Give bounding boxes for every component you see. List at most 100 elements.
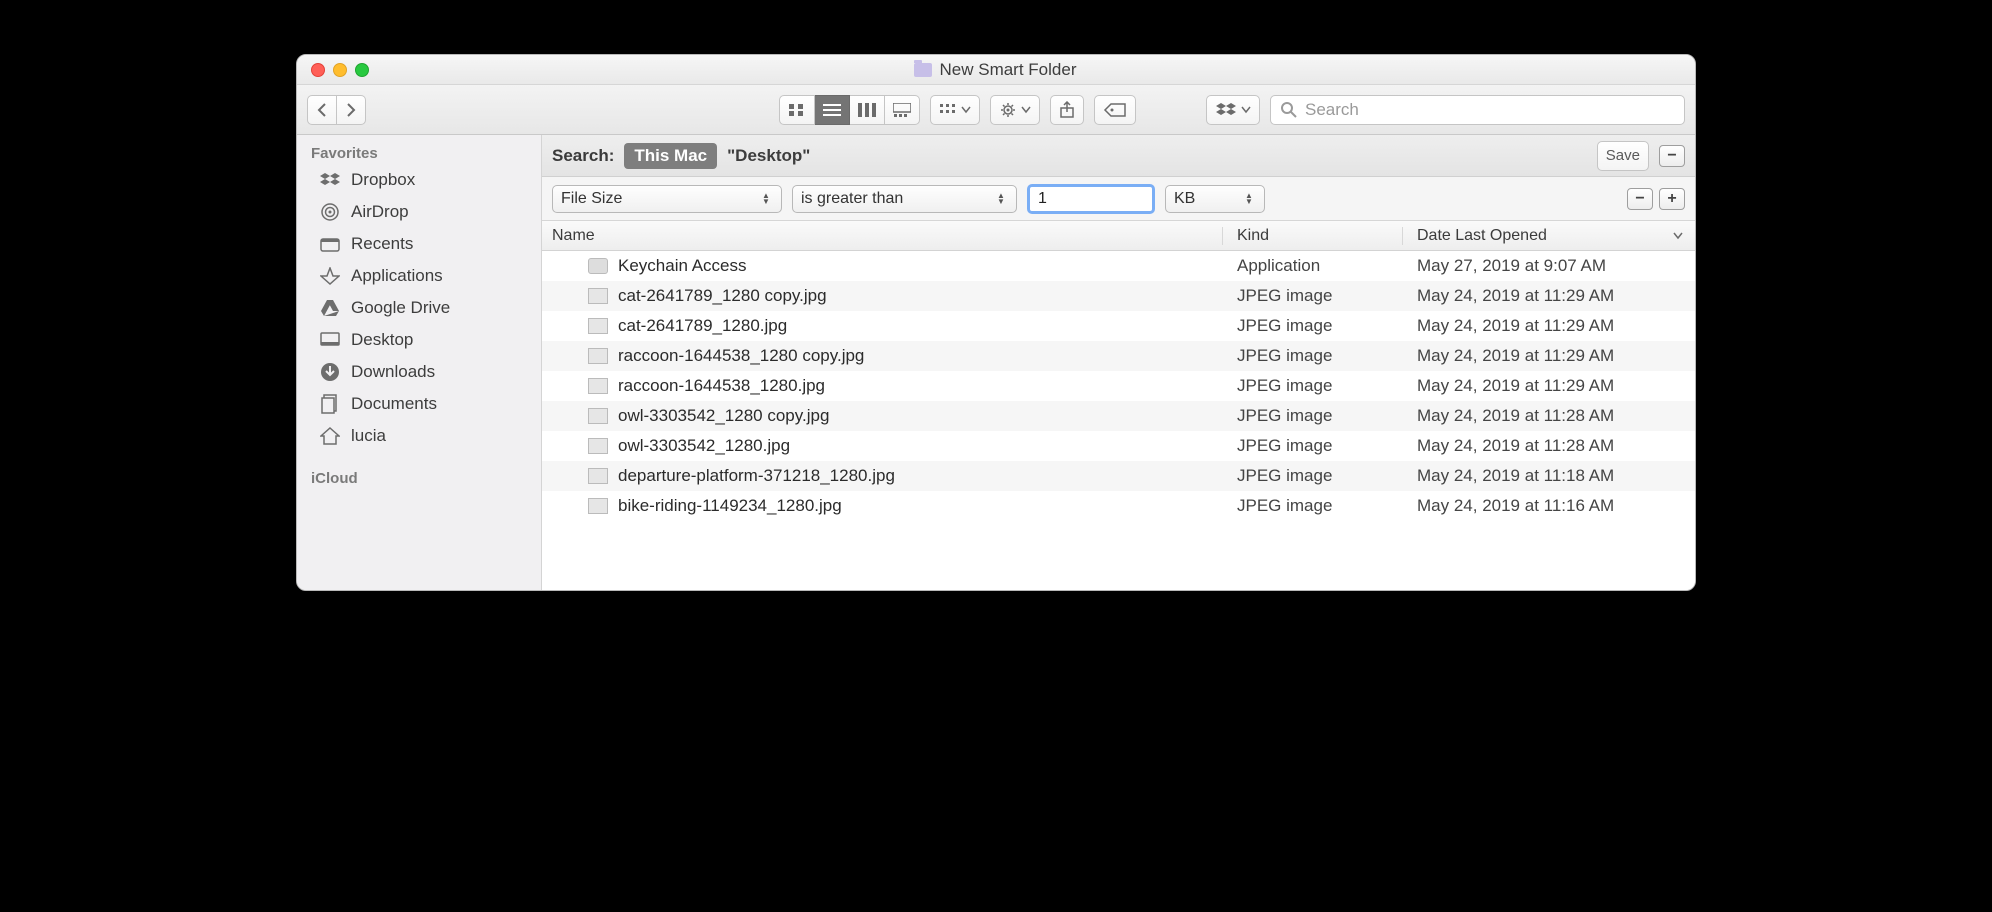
cell-kind: JPEG image — [1223, 406, 1403, 426]
file-name: owl-3303542_1280 copy.jpg — [618, 406, 829, 426]
tags-button[interactable] — [1094, 95, 1136, 125]
cell-name: owl-3303542_1280.jpg — [542, 436, 1223, 456]
sidebar-item-label: Applications — [351, 266, 443, 286]
stepper-icon: ▲▼ — [759, 189, 773, 209]
dropbox-menu-button[interactable] — [1206, 95, 1260, 125]
zoom-window-button[interactable] — [355, 63, 369, 77]
criteria-attribute-label: File Size — [561, 190, 622, 208]
back-button[interactable] — [307, 95, 337, 125]
remove-criteria-button[interactable]: − — [1627, 188, 1653, 210]
gear-icon — [999, 102, 1017, 118]
view-list-button[interactable] — [815, 95, 850, 125]
dropbox-icon — [1215, 102, 1237, 118]
column-kind[interactable]: Kind — [1223, 227, 1403, 245]
sidebar-item-dropbox[interactable]: Dropbox — [297, 164, 541, 196]
criteria-unit-label: KB — [1174, 190, 1195, 208]
column-header: Name Kind Date Last Opened — [542, 221, 1695, 251]
criteria-unit-combo[interactable]: KB ▲▼ — [1165, 185, 1265, 213]
search-field[interactable]: Search — [1270, 95, 1685, 125]
table-row[interactable]: owl-3303542_1280.jpgJPEG imageMay 24, 20… — [542, 431, 1695, 461]
criteria-value-input[interactable] — [1027, 184, 1155, 214]
action-menu-button[interactable] — [990, 95, 1040, 125]
app-icon — [588, 258, 608, 274]
toolbar: Search — [297, 85, 1695, 135]
cell-name: raccoon-1644538_1280.jpg — [542, 376, 1223, 396]
cell-name: Keychain Access — [542, 256, 1223, 276]
chevron-down-icon — [1241, 106, 1251, 114]
table-row[interactable]: owl-3303542_1280 copy.jpg JPEG imageMay 2… — [542, 401, 1695, 431]
cell-date: May 24, 2019 at 11:28 AM — [1403, 406, 1695, 426]
sidebar-item-googledrive[interactable]: Google Drive — [297, 292, 541, 324]
image-thumb-icon — [588, 498, 608, 514]
cell-kind: JPEG image — [1223, 496, 1403, 516]
table-row[interactable]: bike-riding-1149234_1280.jpgJPEG imageMa… — [542, 491, 1695, 521]
table-row[interactable]: cat-2641789_1280.jpgJPEG imageMay 24, 20… — [542, 311, 1695, 341]
tag-icon — [1103, 102, 1127, 118]
sidebar-item-label: Recents — [351, 234, 413, 254]
criteria-attribute-combo[interactable]: File Size ▲▼ — [552, 185, 782, 213]
scope-desktop[interactable]: "Desktop" — [727, 146, 810, 166]
sidebar: Favorites Dropbox AirDrop Recents Applic… — [297, 135, 542, 590]
view-gallery-button[interactable] — [885, 95, 920, 125]
gallery-icon — [893, 103, 911, 117]
cell-name: departure-platform-371218_1280.jpg — [542, 466, 1223, 486]
sidebar-item-recents[interactable]: Recents — [297, 228, 541, 260]
table-row[interactable]: departure-platform-371218_1280.jpg JPEG i… — [542, 461, 1695, 491]
cell-kind: JPEG image — [1223, 466, 1403, 486]
applications-icon — [319, 267, 341, 285]
add-criteria-button[interactable]: + — [1659, 188, 1685, 210]
scope-this-mac[interactable]: This Mac — [624, 143, 717, 169]
file-name: departure-platform-371218_1280.jpg — [618, 466, 895, 486]
sidebar-item-airdrop[interactable]: AirDrop — [297, 196, 541, 228]
close-window-button[interactable] — [311, 63, 325, 77]
cell-name: cat-2641789_1280.jpg — [542, 316, 1223, 336]
forward-button[interactable] — [337, 95, 366, 125]
file-list[interactable]: Keychain AccessApplicationMay 27, 2019 a… — [542, 251, 1695, 590]
arrange-menu-button[interactable] — [930, 95, 980, 125]
sidebar-item-applications[interactable]: Applications — [297, 260, 541, 292]
file-name: Keychain Access — [618, 256, 747, 276]
chevron-right-icon — [345, 103, 357, 117]
cell-kind: JPEG image — [1223, 346, 1403, 366]
chevron-down-icon — [1021, 106, 1031, 114]
image-thumb-icon — [588, 408, 608, 424]
image-thumb-icon — [588, 378, 608, 394]
table-row[interactable]: raccoon-1644538_1280.jpgJPEG imageMay 24… — [542, 371, 1695, 401]
save-button[interactable]: Save — [1597, 141, 1649, 171]
minimize-window-button[interactable] — [333, 63, 347, 77]
sidebar-item-home[interactable]: lucia — [297, 420, 541, 452]
share-button[interactable] — [1050, 95, 1084, 125]
sidebar-item-label: Documents — [351, 394, 437, 414]
view-icons-button[interactable] — [779, 95, 815, 125]
cell-kind: JPEG image — [1223, 436, 1403, 456]
view-columns-button[interactable] — [850, 95, 885, 125]
image-thumb-icon — [588, 288, 608, 304]
grid-icon — [788, 103, 806, 117]
grid-small-icon — [939, 103, 957, 117]
table-row[interactable]: Keychain AccessApplicationMay 27, 2019 a… — [542, 251, 1695, 281]
criteria-operator-combo[interactable]: is greater than ▲▼ — [792, 185, 1017, 213]
table-row[interactable]: raccoon-1644538_1280 copy.jpgJPEG imageM… — [542, 341, 1695, 371]
cell-date: May 24, 2019 at 11:16 AM — [1403, 496, 1695, 516]
file-name: cat-2641789_1280.jpg — [618, 316, 787, 336]
search-icon — [1281, 102, 1297, 118]
sidebar-item-desktop[interactable]: Desktop — [297, 324, 541, 356]
column-name[interactable]: Name — [542, 227, 1223, 245]
sidebar-item-label: Google Drive — [351, 298, 450, 318]
recents-icon — [319, 235, 341, 253]
table-row[interactable]: cat-2641789_1280 copy.jpgJPEG imageMay 2… — [542, 281, 1695, 311]
file-name: owl-3303542_1280.jpg — [618, 436, 790, 456]
search-placeholder: Search — [1305, 100, 1359, 120]
sidebar-item-documents[interactable]: Documents — [297, 388, 541, 420]
remove-scope-button[interactable]: − — [1659, 145, 1685, 167]
save-button-label: Save — [1606, 147, 1640, 164]
column-date[interactable]: Date Last Opened — [1403, 227, 1695, 245]
sidebar-item-label: Desktop — [351, 330, 413, 350]
sidebar-heading-icloud: iCloud — [297, 466, 541, 489]
cell-date: May 24, 2019 at 11:29 AM — [1403, 346, 1695, 366]
cell-date: May 27, 2019 at 9:07 AM — [1403, 256, 1695, 276]
image-thumb-icon — [588, 348, 608, 364]
sidebar-item-downloads[interactable]: Downloads — [297, 356, 541, 388]
view-mode-group — [779, 95, 920, 125]
desktop-icon — [319, 331, 341, 349]
